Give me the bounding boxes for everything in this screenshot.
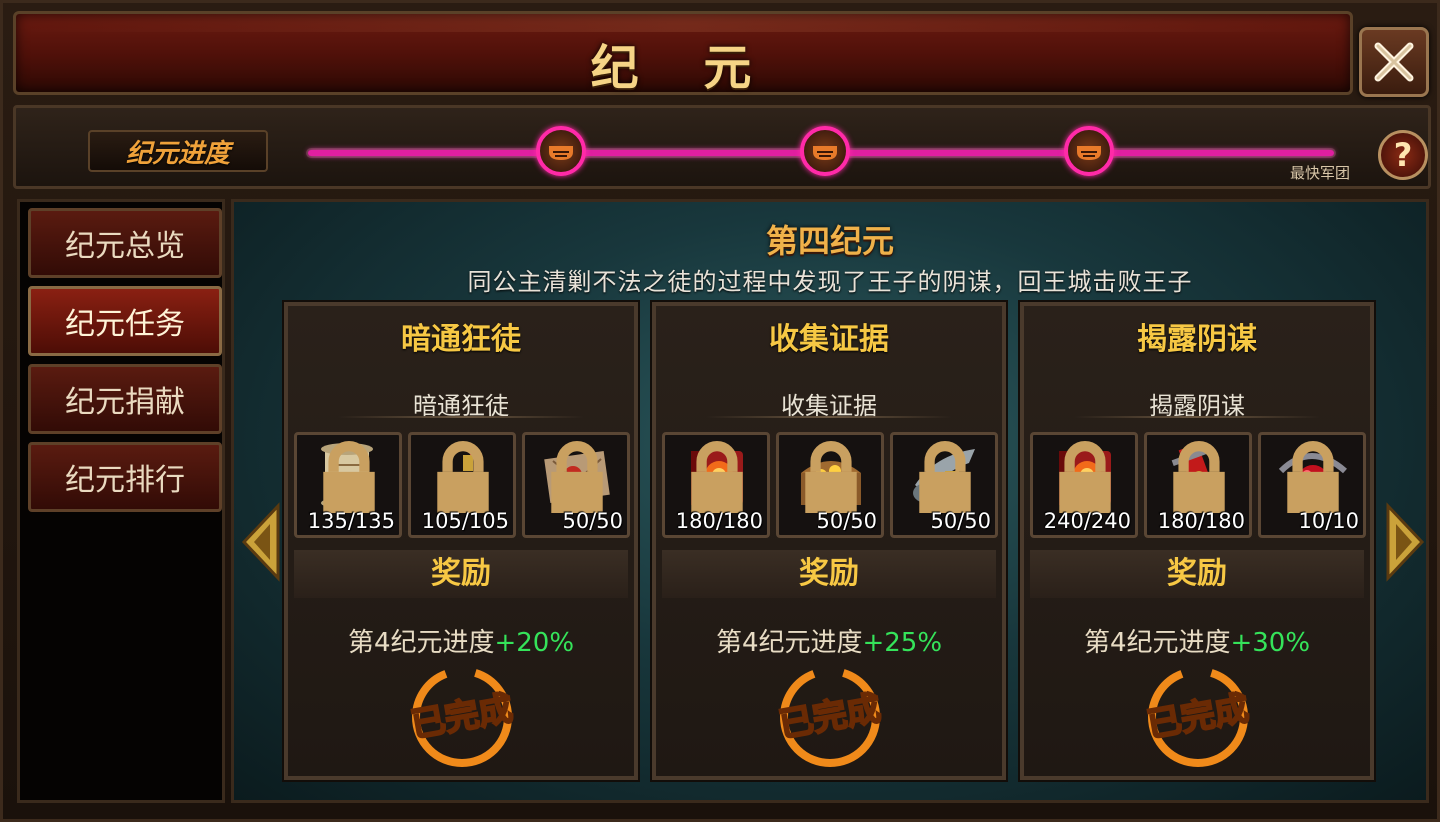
item-count: 50/50 xyxy=(816,509,877,533)
reward-text: 第4纪元进度+20% xyxy=(288,622,634,659)
divider xyxy=(1074,416,1320,418)
help-button[interactable]: ? xyxy=(1378,130,1428,180)
progress-node-3[interactable] xyxy=(1064,126,1114,176)
close-button[interactable] xyxy=(1359,27,1429,97)
item-count: 180/180 xyxy=(675,509,763,533)
quest-items: 180/180 50/50 50/50 xyxy=(662,432,998,540)
completed-stamp: 已完成 xyxy=(1143,667,1253,767)
progress-node-1[interactable] xyxy=(536,126,586,176)
quest-card: 暗通狂徒 暗通狂徒 135/135 105/105 50/50 奖励 第4纪元进… xyxy=(284,302,638,780)
reward-text: 第4纪元进度+25% xyxy=(656,622,1002,659)
main-panel: 第四纪元 同公主清剿不法之徒的过程中发现了王子的阴谋，回王城击败王子 暗通狂徒 … xyxy=(231,199,1429,803)
era-progress-row: 纪元进度 最快军团 ? xyxy=(13,105,1431,189)
next-arrow-button[interactable] xyxy=(1384,502,1428,582)
reward-desc: 第4纪元进度 xyxy=(347,628,495,658)
item-slot[interactable]: 50/50 xyxy=(776,432,884,538)
item-slot[interactable]: 50/50 xyxy=(890,432,998,538)
tab-era-ranking[interactable]: 纪元排行 xyxy=(28,442,222,512)
tab-era-quests[interactable]: 纪元任务 xyxy=(28,286,222,356)
title-bar: 纪 元 xyxy=(13,11,1353,96)
completed-stamp: 已完成 xyxy=(407,667,517,767)
reward-label: 奖励 xyxy=(662,550,996,598)
progress-node-2[interactable] xyxy=(800,126,850,176)
lock-icon xyxy=(805,441,857,513)
item-count: 135/135 xyxy=(307,509,395,533)
completed-stamp: 已完成 xyxy=(775,667,885,767)
sidebar: 纪元总览 纪元任务 纪元捐献 纪元排行 xyxy=(17,199,225,803)
item-count: 10/10 xyxy=(1298,509,1359,533)
quest-items: 135/135 105/105 50/50 xyxy=(294,432,630,540)
quest-title: 揭露阴谋 xyxy=(1137,322,1257,357)
quest-items: 240/240 180/180 10/10 xyxy=(1030,432,1366,540)
reward-text: 第4纪元进度+30% xyxy=(1024,622,1370,659)
lock-icon xyxy=(437,441,489,513)
item-count: 105/105 xyxy=(421,509,509,533)
quest-card: 收集证据 收集证据 180/180 50/50 50/50 奖励 第4纪元进度+… xyxy=(652,302,1006,780)
divider xyxy=(338,416,584,418)
tab-era-donation[interactable]: 纪元捐献 xyxy=(28,364,222,434)
item-slot[interactable]: 240/240 xyxy=(1030,432,1138,538)
lock-icon xyxy=(691,441,743,513)
item-slot[interactable]: 50/50 xyxy=(522,432,630,538)
lock-icon xyxy=(919,441,971,513)
reward-percent: +30% xyxy=(1230,628,1311,658)
close-icon xyxy=(1374,42,1414,82)
reward-desc: 第4纪元进度 xyxy=(1083,628,1231,658)
question-icon: ? xyxy=(1393,136,1413,174)
window-frame: 纪 元 纪元进度 最快军团 ? 纪元总览 纪元任务 纪元捐献 纪元排行 第四纪元 xyxy=(0,0,1440,822)
cauldron-icon xyxy=(813,146,837,160)
reward-percent: +25% xyxy=(862,628,943,658)
item-count: 50/50 xyxy=(930,509,991,533)
lock-icon xyxy=(1059,441,1111,513)
lock-icon xyxy=(1173,441,1225,513)
lock-icon xyxy=(551,441,603,513)
divider xyxy=(706,416,952,418)
tab-era-overview[interactable]: 纪元总览 xyxy=(28,208,222,278)
item-slot[interactable]: 10/10 xyxy=(1258,432,1366,538)
cauldron-icon xyxy=(549,146,573,160)
item-slot[interactable]: 105/105 xyxy=(408,432,516,538)
era-title: 第四纪元 xyxy=(765,222,894,260)
cauldron-icon xyxy=(1077,146,1101,160)
reward-desc: 第4纪元进度 xyxy=(715,628,863,658)
item-count: 180/180 xyxy=(1157,509,1245,533)
item-slot[interactable]: 180/180 xyxy=(1144,432,1252,538)
reward-label: 奖励 xyxy=(1030,550,1364,598)
item-slot[interactable]: 180/180 xyxy=(662,432,770,538)
fastest-legion-label: 最快军团 xyxy=(1290,164,1351,182)
item-count: 240/240 xyxy=(1043,509,1131,533)
quest-title: 暗通狂徒 xyxy=(401,322,521,357)
window-title: 纪 元 xyxy=(590,40,776,96)
quest-title: 收集证据 xyxy=(769,322,889,357)
reward-label: 奖励 xyxy=(294,550,628,598)
quest-card: 揭露阴谋 揭露阴谋 240/240 180/180 10/10 奖励 第4纪元进… xyxy=(1020,302,1374,780)
era-description: 同公主清剿不法之徒的过程中发现了王子的阴谋，回王城击败王子 xyxy=(467,268,1193,296)
lock-icon xyxy=(323,441,375,513)
prev-arrow-button[interactable] xyxy=(238,502,282,582)
item-count: 50/50 xyxy=(562,509,623,533)
lock-icon xyxy=(1287,441,1339,513)
reward-percent: +20% xyxy=(494,628,575,658)
era-progress-label: 纪元进度 xyxy=(88,130,268,172)
item-slot[interactable]: 135/135 xyxy=(294,432,402,538)
